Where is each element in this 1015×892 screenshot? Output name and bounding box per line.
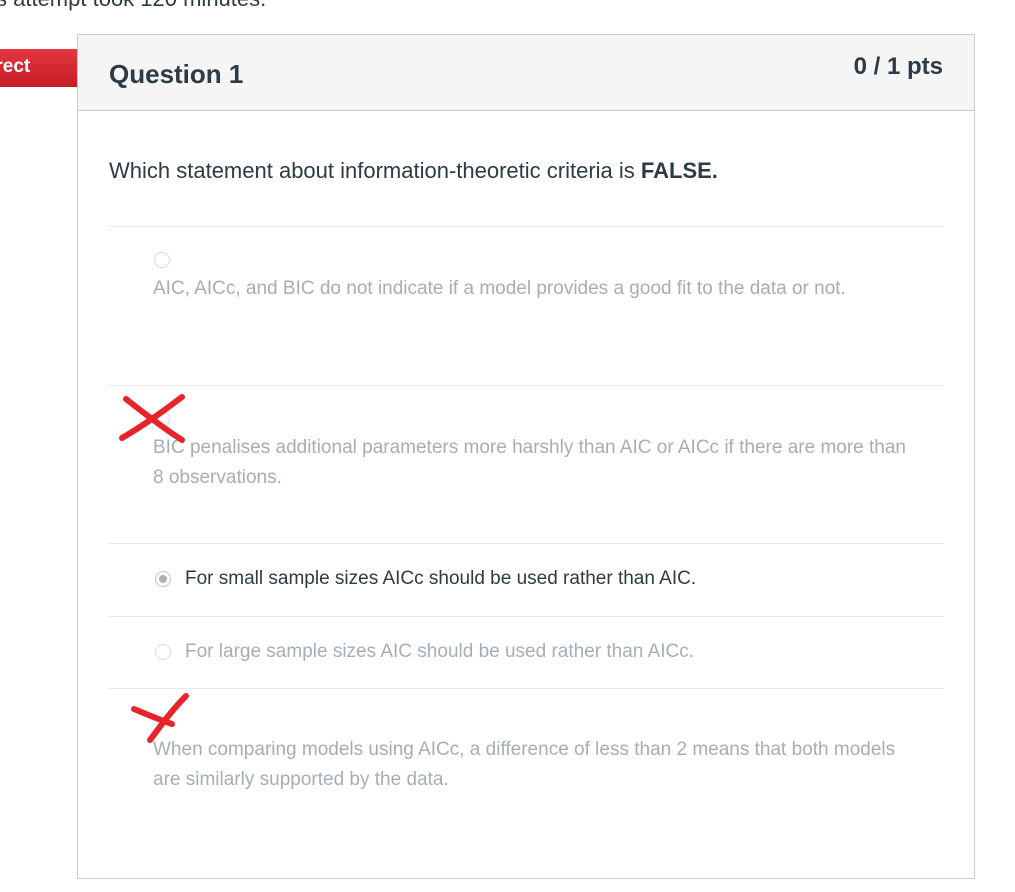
question-title: Question 1 (109, 59, 244, 89)
answer-divider (109, 616, 944, 617)
wrong-answer-x-mark-icon (131, 693, 189, 743)
answer-divider (109, 226, 944, 227)
question-prompt-emphasis: FALSE. (640, 158, 718, 183)
question-points: 0 / 1 pts (853, 53, 943, 80)
answer-2-text: BIC penalises additional parameters more… (153, 437, 906, 488)
question-prompt: Which statement about information-theore… (109, 158, 718, 184)
answer-5-text: When comparing models using AICc, a diff… (153, 739, 896, 790)
attempt-duration-text: s attempt took 120 minutes. (0, 0, 266, 12)
question-header: Question 1 0 / 1 pts (78, 35, 974, 111)
answer-1-radio-icon[interactable] (154, 252, 170, 268)
status-ribbon-label: rrect (0, 56, 31, 77)
answer-divider (109, 385, 944, 386)
wrong-answer-x-mark-icon (119, 394, 185, 443)
answer-4-text: For large sample sizes AIC should be use… (185, 641, 695, 662)
answer-divider (109, 688, 944, 689)
answer-3-radio-icon[interactable] (155, 571, 171, 587)
answer-4-radio-icon[interactable] (155, 644, 171, 660)
question-prompt-text: Which statement about information-theore… (109, 158, 635, 183)
answer-1-text: AIC, AICc, and BIC do not indicate if a … (153, 278, 846, 299)
answer-3-text: For small sample sizes AICc should be us… (185, 568, 697, 589)
question-card: Question 1 0 / 1 pts Which statement abo… (77, 34, 975, 879)
answer-divider (109, 543, 944, 544)
